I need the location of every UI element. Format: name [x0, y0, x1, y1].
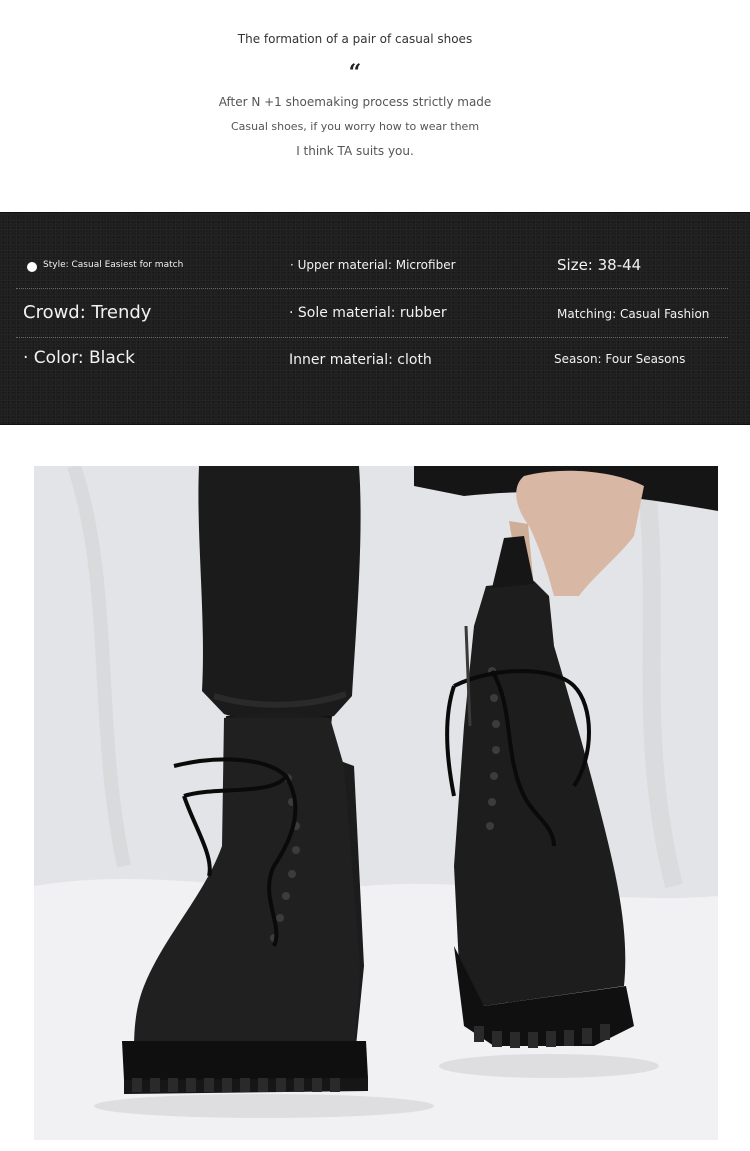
spec-divider [16, 288, 728, 289]
spec-size: Size: 38-44 [557, 256, 642, 274]
trouser-leg [198, 466, 361, 722]
intro-line-1: After N +1 shoemaking process strictly m… [218, 95, 492, 109]
bullet-dot-icon [27, 262, 37, 272]
intro-line-3: I think TA suits you. [296, 144, 414, 158]
spec-matching: Matching: Casual Fashion [557, 307, 710, 321]
quote-mark: “ [348, 60, 362, 86]
spec-divider [16, 337, 728, 338]
spec-sole-material: · Sole material: rubber [289, 305, 447, 321]
spec-crowd: Crowd: Trendy [23, 302, 152, 323]
intro-line-2: Casual shoes, if you worry how to wear t… [230, 120, 480, 133]
spec-inner-material: Inner material: cloth [289, 352, 432, 368]
spec-panel: Style: Casual Easiest for match · Upper … [0, 212, 750, 425]
intro-section: The formation of a pair of casual shoes … [0, 0, 750, 212]
spec-color: · Color: Black [23, 348, 136, 368]
intro-title: The formation of a pair of casual shoes [237, 32, 473, 46]
spec-upper-material: · Upper material: Microfiber [290, 258, 456, 272]
spec-style: Style: Casual Easiest for match [43, 260, 184, 270]
product-photo [34, 466, 718, 1140]
spec-season: Season: Four Seasons [554, 352, 686, 366]
